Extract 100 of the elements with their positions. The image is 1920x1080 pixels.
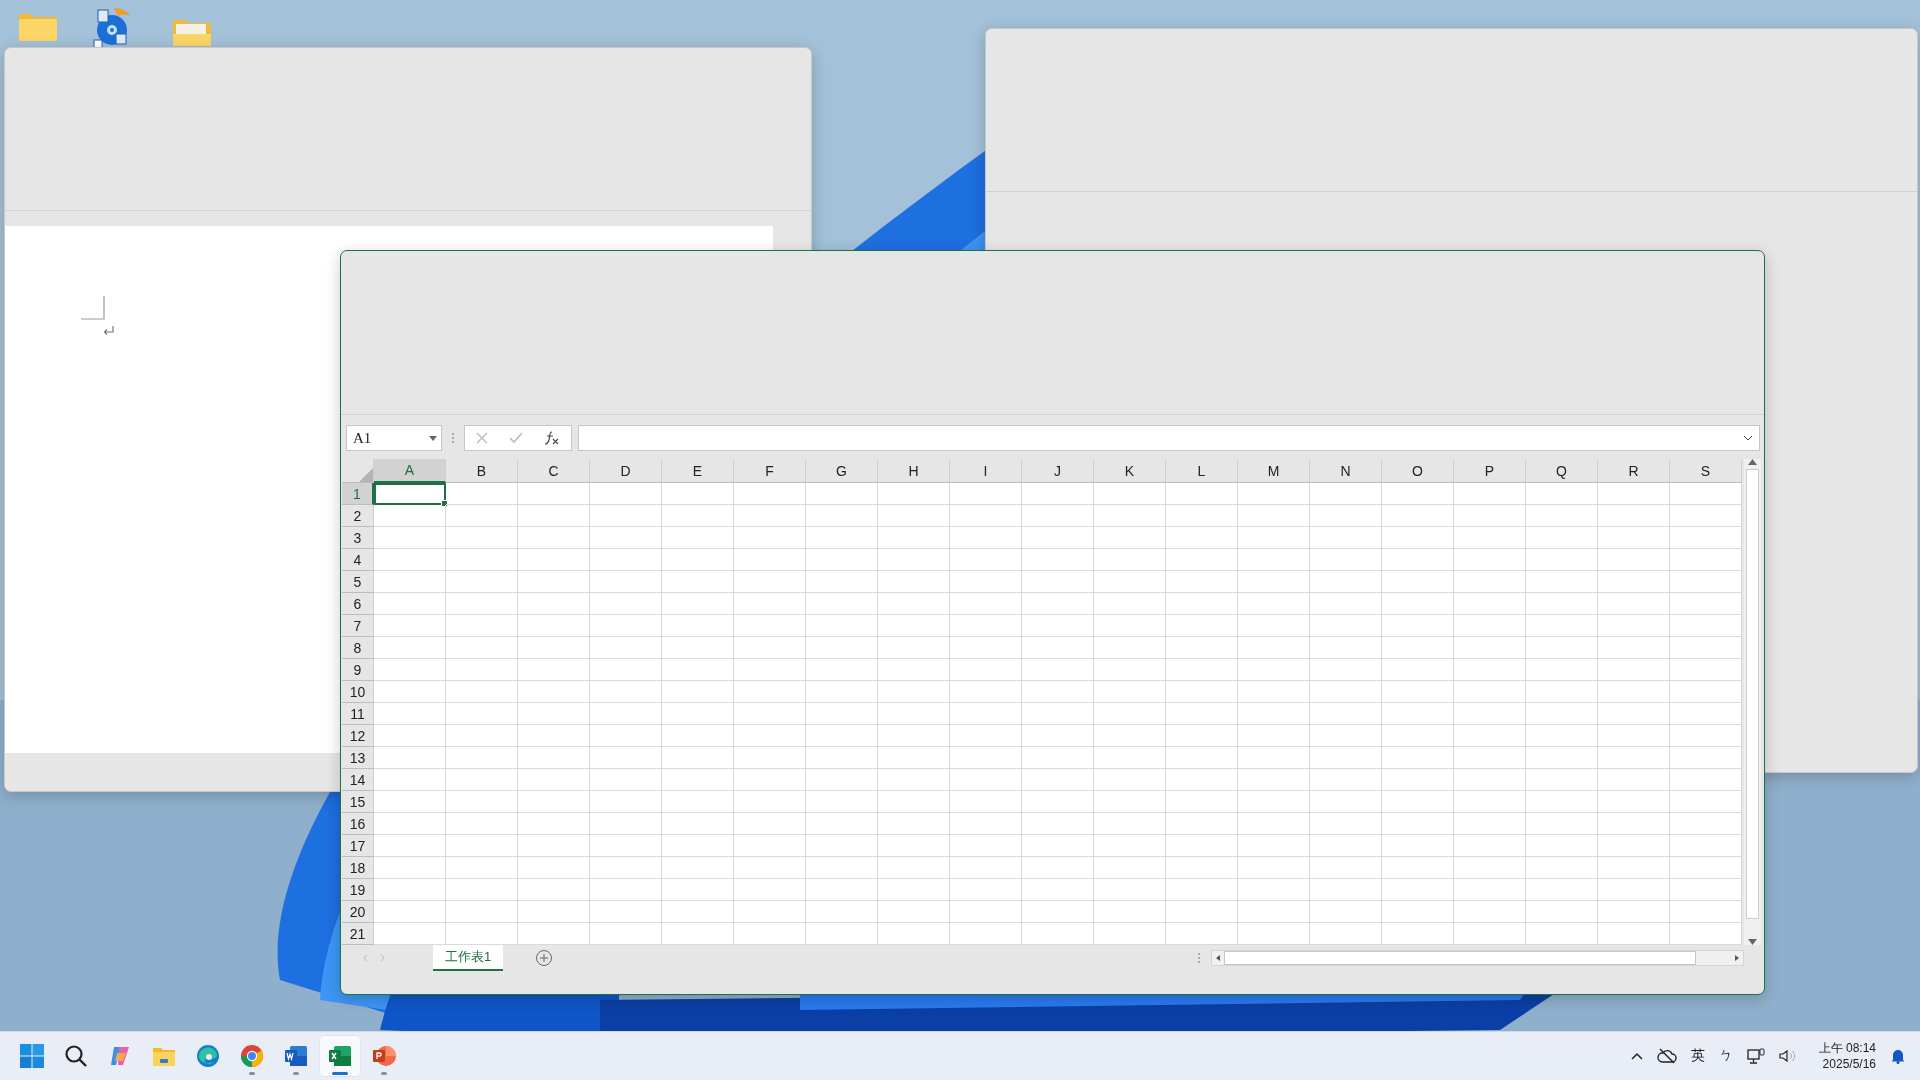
table-cell[interactable] (518, 835, 590, 857)
table-cell[interactable] (1022, 791, 1094, 813)
table-cell[interactable] (590, 549, 662, 571)
table-cell[interactable] (1094, 527, 1166, 549)
table-cell[interactable] (1310, 725, 1382, 747)
table-cell[interactable] (1310, 879, 1382, 901)
table-cell[interactable] (734, 593, 806, 615)
table-cell[interactable] (1598, 813, 1670, 835)
table-cell[interactable] (734, 769, 806, 791)
table-cell[interactable] (1454, 681, 1526, 703)
table-cell[interactable] (878, 725, 950, 747)
table-cell[interactable] (806, 527, 878, 549)
table-cell[interactable] (1454, 593, 1526, 615)
input-mode[interactable]: ㄅ (1718, 1047, 1733, 1065)
table-cell[interactable] (1166, 857, 1238, 879)
table-cell[interactable] (1670, 747, 1742, 769)
table-cell[interactable] (1382, 857, 1454, 879)
table-cell[interactable] (1022, 857, 1094, 879)
table-cell[interactable] (1454, 703, 1526, 725)
table-cell[interactable] (1382, 571, 1454, 593)
chrome-browser-icon[interactable] (240, 1044, 264, 1068)
table-cell[interactable] (1526, 747, 1598, 769)
table-cell[interactable] (1022, 879, 1094, 901)
table-cell[interactable] (518, 615, 590, 637)
table-cell[interactable] (806, 791, 878, 813)
table-cell[interactable] (1166, 549, 1238, 571)
table-cell[interactable] (734, 835, 806, 857)
table-cell[interactable] (1166, 791, 1238, 813)
excel-app-icon[interactable] (328, 1044, 352, 1068)
table-cell[interactable] (1238, 571, 1310, 593)
table-cell[interactable] (878, 747, 950, 769)
table-cell[interactable] (878, 835, 950, 857)
table-cell[interactable] (590, 505, 662, 527)
table-cell[interactable] (1310, 659, 1382, 681)
table-cell[interactable] (446, 681, 518, 703)
table-cell[interactable] (1166, 483, 1238, 505)
table-cell[interactable] (878, 483, 950, 505)
table-cell[interactable] (446, 901, 518, 923)
table-cell[interactable] (1022, 637, 1094, 659)
table-cell[interactable] (518, 923, 590, 945)
column-header[interactable]: D (590, 459, 662, 483)
table-cell[interactable] (1094, 879, 1166, 901)
table-cell[interactable] (1526, 703, 1598, 725)
table-cell[interactable] (662, 857, 734, 879)
word-app-icon[interactable] (284, 1044, 308, 1068)
row-header[interactable]: 15 (342, 791, 374, 813)
column-header[interactable]: H (878, 459, 950, 483)
table-cell[interactable] (590, 791, 662, 813)
input-language[interactable]: 英 (1690, 1047, 1705, 1065)
table-cell[interactable] (518, 483, 590, 505)
table-cell[interactable] (1022, 593, 1094, 615)
table-cell[interactable] (1526, 593, 1598, 615)
table-cell[interactable] (950, 879, 1022, 901)
table-cell[interactable] (1094, 769, 1166, 791)
table-cell[interactable] (734, 857, 806, 879)
table-cell[interactable] (1670, 703, 1742, 725)
table-cell[interactable] (1022, 505, 1094, 527)
table-cell[interactable] (662, 835, 734, 857)
table-cell[interactable] (518, 725, 590, 747)
table-cell[interactable] (1310, 615, 1382, 637)
table-cell[interactable] (446, 505, 518, 527)
insert-function-icon[interactable] (544, 431, 561, 445)
table-cell[interactable] (1310, 813, 1382, 835)
table-cell[interactable] (950, 593, 1022, 615)
table-cell[interactable] (1166, 637, 1238, 659)
table-cell[interactable] (1454, 549, 1526, 571)
table-cell[interactable] (878, 879, 950, 901)
table-cell[interactable] (1670, 923, 1742, 945)
table-cell[interactable] (518, 901, 590, 923)
row-header[interactable]: 19 (342, 879, 374, 901)
table-cell[interactable] (806, 835, 878, 857)
table-cell[interactable] (734, 923, 806, 945)
table-cell[interactable] (1454, 857, 1526, 879)
table-cell[interactable] (662, 703, 734, 725)
table-cell[interactable] (518, 681, 590, 703)
table-cell[interactable] (374, 769, 446, 791)
table-cell[interactable] (806, 747, 878, 769)
scroll-down-icon[interactable] (1748, 939, 1757, 945)
table-cell[interactable] (1022, 483, 1094, 505)
table-cell[interactable] (1310, 857, 1382, 879)
table-cell[interactable] (1022, 571, 1094, 593)
table-cell[interactable] (1382, 483, 1454, 505)
table-cell[interactable] (1526, 879, 1598, 901)
table-cell[interactable] (1094, 637, 1166, 659)
table-cell[interactable] (734, 879, 806, 901)
cloud-off-icon[interactable] (1656, 1048, 1677, 1064)
table-cell[interactable] (950, 857, 1022, 879)
table-cell[interactable] (806, 769, 878, 791)
table-cell[interactable] (662, 725, 734, 747)
table-cell[interactable] (1238, 747, 1310, 769)
table-cell[interactable] (734, 681, 806, 703)
table-cell[interactable] (1598, 593, 1670, 615)
table-cell[interactable] (662, 615, 734, 637)
table-cell[interactable] (1598, 703, 1670, 725)
column-header[interactable]: O (1382, 459, 1454, 483)
table-cell[interactable] (662, 747, 734, 769)
table-cell[interactable] (1022, 681, 1094, 703)
table-cell[interactable] (1094, 747, 1166, 769)
notification-bell-icon[interactable] (1890, 1048, 1906, 1064)
table-cell[interactable] (1454, 813, 1526, 835)
